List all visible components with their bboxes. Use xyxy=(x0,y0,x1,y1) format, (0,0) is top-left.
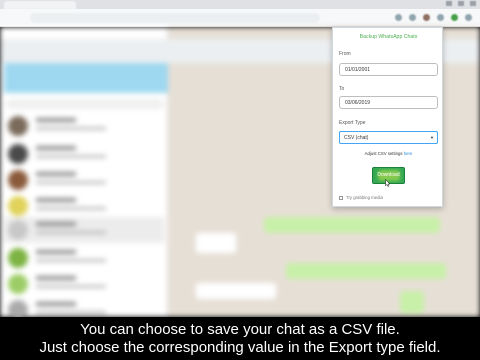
extension-icon[interactable] xyxy=(409,14,416,21)
message-bubble xyxy=(400,291,424,313)
minimize-icon[interactable] xyxy=(446,1,452,6)
download-button-label: Download xyxy=(377,172,400,178)
csv-settings-link[interactable]: here xyxy=(404,151,413,156)
extension-icon[interactable] xyxy=(423,14,430,21)
video-caption: You can choose to save your chat as a CS… xyxy=(0,317,480,360)
caption-line-1: You can choose to save your chat as a CS… xyxy=(80,321,400,338)
list-item-selected[interactable] xyxy=(4,217,164,243)
grab-media-option[interactable]: Try grabbing media xyxy=(339,195,383,200)
browser-tab[interactable] xyxy=(4,1,76,9)
chat-list-header xyxy=(0,39,168,63)
avatar xyxy=(8,170,28,190)
avatar xyxy=(8,248,28,268)
message-bubble xyxy=(196,283,276,299)
grab-media-checkbox[interactable] xyxy=(339,195,343,200)
export-type-label: Export Type xyxy=(339,120,366,126)
chevron-down-icon: ▼ xyxy=(430,135,434,140)
list-item[interactable] xyxy=(4,167,164,193)
list-item[interactable] xyxy=(4,193,164,219)
avatar xyxy=(8,274,28,294)
chat-list-panel xyxy=(0,27,168,320)
list-item[interactable] xyxy=(4,141,164,167)
list-item[interactable] xyxy=(4,113,164,139)
backup-whatsapp-chats-popup: Backup WhatsApp Chats From 01/01/2001 To… xyxy=(332,27,443,207)
browser-toolbar xyxy=(0,9,480,27)
from-label: From xyxy=(339,51,351,57)
csv-settings-note: Adjust CSV settings here xyxy=(333,151,444,156)
message-bubble xyxy=(264,217,440,233)
maximize-icon[interactable] xyxy=(458,1,464,6)
export-type-value: CSV (chat) xyxy=(344,135,369,141)
window-controls[interactable] xyxy=(446,1,476,6)
avatar xyxy=(8,196,28,216)
message-bubble xyxy=(286,263,446,279)
to-label: To xyxy=(339,86,345,92)
from-date-field[interactable]: 01/01/2001 xyxy=(339,63,438,76)
avatar xyxy=(8,116,28,136)
close-icon[interactable] xyxy=(470,1,476,6)
address-bar[interactable] xyxy=(30,13,320,23)
grab-media-label: Try grabbing media xyxy=(346,195,383,200)
csv-settings-text: Adjust CSV settings xyxy=(364,151,403,156)
popup-title: Backup WhatsApp Chats xyxy=(359,34,418,40)
avatar xyxy=(8,220,28,240)
profile-icon[interactable] xyxy=(465,14,472,21)
message-bubble xyxy=(196,233,236,253)
to-date-field[interactable]: 03/06/2019 xyxy=(339,96,438,109)
export-type-select[interactable]: CSV (chat) ▼ xyxy=(339,131,438,144)
caption-line-2: Just choose the corresponding value in t… xyxy=(39,339,441,356)
extension-icons xyxy=(395,14,472,21)
search-input[interactable] xyxy=(6,99,164,109)
mouse-pointer-icon xyxy=(385,179,391,187)
list-item[interactable] xyxy=(4,271,164,297)
notification-banner[interactable] xyxy=(4,63,168,93)
list-item[interactable] xyxy=(4,245,164,271)
extension-icon[interactable] xyxy=(395,14,402,21)
browser-tab-bar xyxy=(0,0,480,9)
extension-icon[interactable] xyxy=(437,14,444,21)
avatar xyxy=(8,144,28,164)
whatsapp-backup-extension-icon[interactable] xyxy=(451,14,458,21)
